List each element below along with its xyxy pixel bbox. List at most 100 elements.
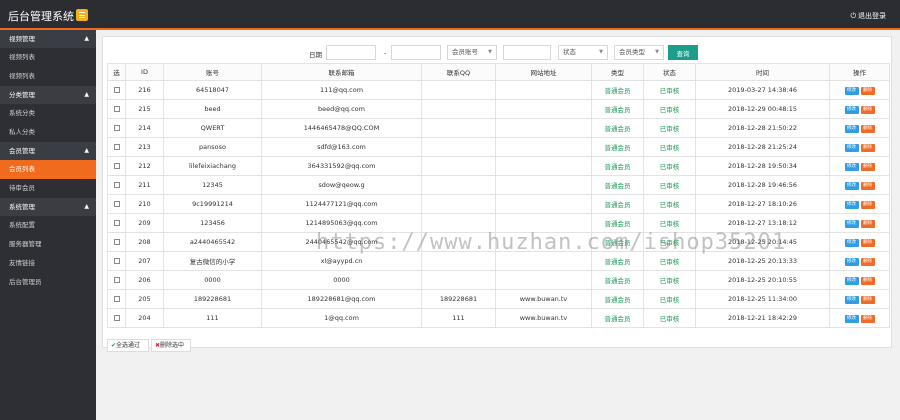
- edit-button[interactable]: 修改: [844, 315, 859, 323]
- actions-cell: 修改 删除: [829, 232, 890, 252]
- edit-button[interactable]: 修改: [844, 106, 859, 114]
- sidebar-item-admins[interactable]: 后台管理员: [0, 273, 96, 292]
- edit-button[interactable]: 修改: [844, 296, 859, 304]
- edit-button[interactable]: 修改: [844, 220, 859, 228]
- edit-button[interactable]: 修改: [844, 182, 859, 190]
- sidebar-item-private-category[interactable]: 私人分类: [0, 123, 96, 142]
- type-cell: 普通会员: [591, 156, 644, 176]
- edit-button[interactable]: 修改: [844, 277, 859, 285]
- time-cell: 2018-12-27 18:10:26: [695, 194, 830, 214]
- row-select-cell: [107, 232, 126, 252]
- delete-button[interactable]: 删除: [860, 239, 875, 247]
- menu-toggle-icon[interactable]: [76, 9, 88, 21]
- caret-up-icon: ▲: [84, 35, 89, 42]
- row-checkbox[interactable]: [113, 182, 120, 188]
- sidebar-group-video[interactable]: 视频管理 ▲: [0, 30, 96, 48]
- id-cell: 205: [125, 289, 164, 309]
- sidebar-item-pending-members[interactable]: 待审会员: [0, 179, 96, 198]
- approve-selected-button[interactable]: ✔全选通过: [107, 339, 149, 352]
- row-select-cell: [107, 118, 126, 138]
- row-select-cell: [107, 251, 126, 271]
- delete-button[interactable]: 删除: [860, 182, 875, 190]
- account-select[interactable]: 会员账号 ▼: [447, 45, 497, 60]
- delete-button[interactable]: 删除: [860, 258, 875, 266]
- time-cell: 2018-12-28 21:50:22: [695, 118, 830, 138]
- email-cell: 189228681@qq.com: [261, 289, 422, 309]
- id-cell: 207: [125, 251, 164, 271]
- actions-cell: 修改 删除: [829, 289, 890, 309]
- table-row: 204 111 1@qq.com 111 www.buwan.tv 普通会员 已审核 2018…: [107, 308, 890, 328]
- delete-button[interactable]: 删除: [860, 277, 875, 285]
- row-select-cell: [107, 137, 126, 157]
- row-checkbox[interactable]: [113, 144, 120, 150]
- row-checkbox[interactable]: [113, 296, 120, 302]
- account-cell: 123456: [163, 213, 262, 233]
- sidebar-item-video-list-2[interactable]: 视频列表: [0, 67, 96, 86]
- delete-button[interactable]: 删除: [860, 201, 875, 209]
- edit-button[interactable]: 修改: [844, 87, 859, 95]
- time-cell: 2018-12-28 21:25:24: [695, 137, 830, 157]
- status-cell: 已审核: [643, 80, 696, 100]
- row-checkbox[interactable]: [113, 106, 120, 112]
- row-checkbox[interactable]: [113, 277, 120, 283]
- chevron-down-icon: ▼: [599, 49, 603, 55]
- delete-button[interactable]: 删除: [860, 163, 875, 171]
- row-checkbox[interactable]: [113, 163, 120, 169]
- qq-cell: [421, 194, 496, 214]
- edit-button[interactable]: 修改: [844, 201, 859, 209]
- sidebar-item-server-manage[interactable]: 服务器管理: [0, 235, 96, 254]
- date-end-input[interactable]: [391, 45, 441, 60]
- sidebar-group-category[interactable]: 分类管理 ▲: [0, 86, 96, 104]
- sidebar-item-video-list[interactable]: 视频列表: [0, 48, 96, 67]
- sidebar-group-system[interactable]: 系统管理 ▲: [0, 198, 96, 216]
- delete-button[interactable]: 删除: [860, 144, 875, 152]
- date-start-input[interactable]: [326, 45, 376, 60]
- edit-button[interactable]: 修改: [844, 258, 859, 266]
- row-checkbox[interactable]: [113, 258, 120, 264]
- delete-button[interactable]: 删除: [860, 125, 875, 133]
- row-checkbox[interactable]: [113, 87, 120, 93]
- actions-cell: 修改 删除: [829, 251, 890, 271]
- id-cell: 208: [125, 232, 164, 252]
- status-cell: 已审核: [643, 156, 696, 176]
- type-cell: 普通会员: [591, 137, 644, 157]
- edit-button[interactable]: 修改: [844, 239, 859, 247]
- search-button[interactable]: 查询: [668, 45, 698, 60]
- qq-cell: 111: [421, 308, 496, 328]
- row-select-cell: [107, 80, 126, 100]
- row-checkbox[interactable]: [113, 315, 120, 321]
- logout-link[interactable]: ⏻ 退出登录: [848, 11, 886, 21]
- row-checkbox[interactable]: [113, 220, 120, 226]
- col-header-type: 类型: [591, 63, 644, 81]
- delete-button[interactable]: 删除: [860, 220, 875, 228]
- delete-selected-button[interactable]: ✖删除选中: [151, 339, 191, 352]
- row-checkbox[interactable]: [113, 125, 120, 131]
- sidebar-item-friend-links[interactable]: 友情链接: [0, 254, 96, 273]
- row-select-cell: [107, 99, 126, 119]
- website-cell: www.buwan.tv: [495, 289, 592, 309]
- date-label: 日期: [309, 51, 322, 59]
- member-type-select[interactable]: 会员类型 ▼: [614, 45, 664, 60]
- row-checkbox[interactable]: [113, 201, 120, 207]
- delete-button[interactable]: 删除: [860, 296, 875, 304]
- status-cell: 已审核: [643, 194, 696, 214]
- sidebar-item-member-list[interactable]: 会员列表: [0, 160, 96, 179]
- sidebar-item-system-config[interactable]: 系统配置: [0, 216, 96, 235]
- status-select[interactable]: 状态 ▼: [558, 45, 608, 60]
- sidebar-group-member[interactable]: 会员管理 ▲: [0, 142, 96, 160]
- delete-button[interactable]: 删除: [860, 315, 875, 323]
- row-select-cell: [107, 308, 126, 328]
- edit-button[interactable]: 修改: [844, 163, 859, 171]
- website-cell: [495, 270, 592, 290]
- edit-button[interactable]: 修改: [844, 144, 859, 152]
- col-header-email: 联系邮箱: [261, 63, 422, 81]
- type-cell: 普通会员: [591, 194, 644, 214]
- email-cell: sdow@qeow.g: [261, 175, 422, 195]
- edit-button[interactable]: 修改: [844, 125, 859, 133]
- row-checkbox[interactable]: [113, 239, 120, 245]
- keyword-input[interactable]: [503, 45, 551, 60]
- delete-button[interactable]: 删除: [860, 106, 875, 114]
- delete-button[interactable]: 删除: [860, 87, 875, 95]
- id-cell: 206: [125, 270, 164, 290]
- sidebar-item-system-category[interactable]: 系统分类: [0, 104, 96, 123]
